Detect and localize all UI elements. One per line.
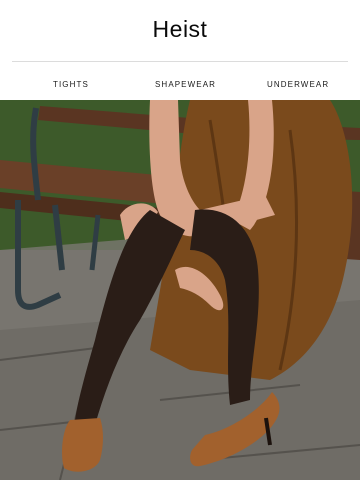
hero-image[interactable] [0, 100, 360, 480]
shoe-left [62, 418, 103, 472]
nav-item-shapewear[interactable]: SHAPEWEAR [155, 80, 216, 89]
nav-item-tights[interactable]: TIGHTS [53, 80, 89, 89]
header-divider [12, 61, 348, 62]
brand-logo[interactable]: Heist [0, 16, 360, 43]
category-nav: TIGHTS SHAPEWEAR UNDERWEAR [0, 80, 360, 94]
hero-photo-illustration [0, 100, 360, 480]
nav-item-underwear[interactable]: UNDERWEAR [267, 80, 329, 89]
email-header: Heist TIGHTS SHAPEWEAR UNDERWEAR [0, 0, 360, 100]
